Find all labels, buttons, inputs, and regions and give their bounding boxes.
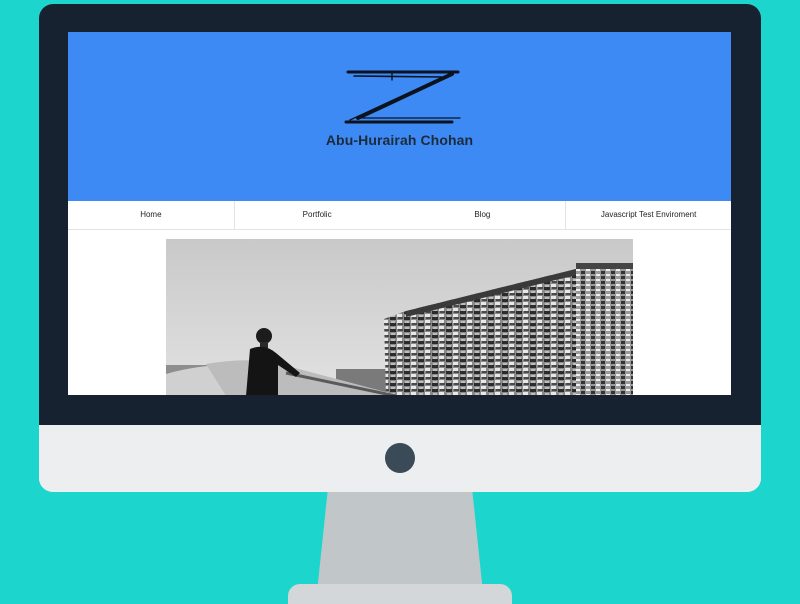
nav-item-portfolio[interactable]: Portfolic — [233, 201, 400, 229]
nav-bar: Home Portfolic Blog Javascript Test Envi… — [68, 201, 731, 230]
z-logo-icon[interactable] — [340, 68, 464, 128]
site-title: Abu-Hurairah Chohan — [325, 132, 474, 148]
nav-item-javascript-test[interactable]: Javascript Test Enviroment — [565, 201, 731, 229]
hero-photo — [166, 239, 633, 395]
website-screen: Abu-Hurairah Chohan Home Portfolic Blog … — [68, 32, 731, 395]
monitor: Abu-Hurairah Chohan Home Portfolic Blog … — [39, 4, 761, 492]
power-button[interactable] — [385, 443, 415, 473]
hero-header: Abu-Hurairah Chohan — [68, 32, 731, 201]
photo-image — [166, 239, 633, 395]
nav-item-blog[interactable]: Blog — [400, 201, 566, 229]
nav-item-home[interactable]: Home — [68, 201, 234, 229]
monitor-base — [288, 584, 512, 604]
